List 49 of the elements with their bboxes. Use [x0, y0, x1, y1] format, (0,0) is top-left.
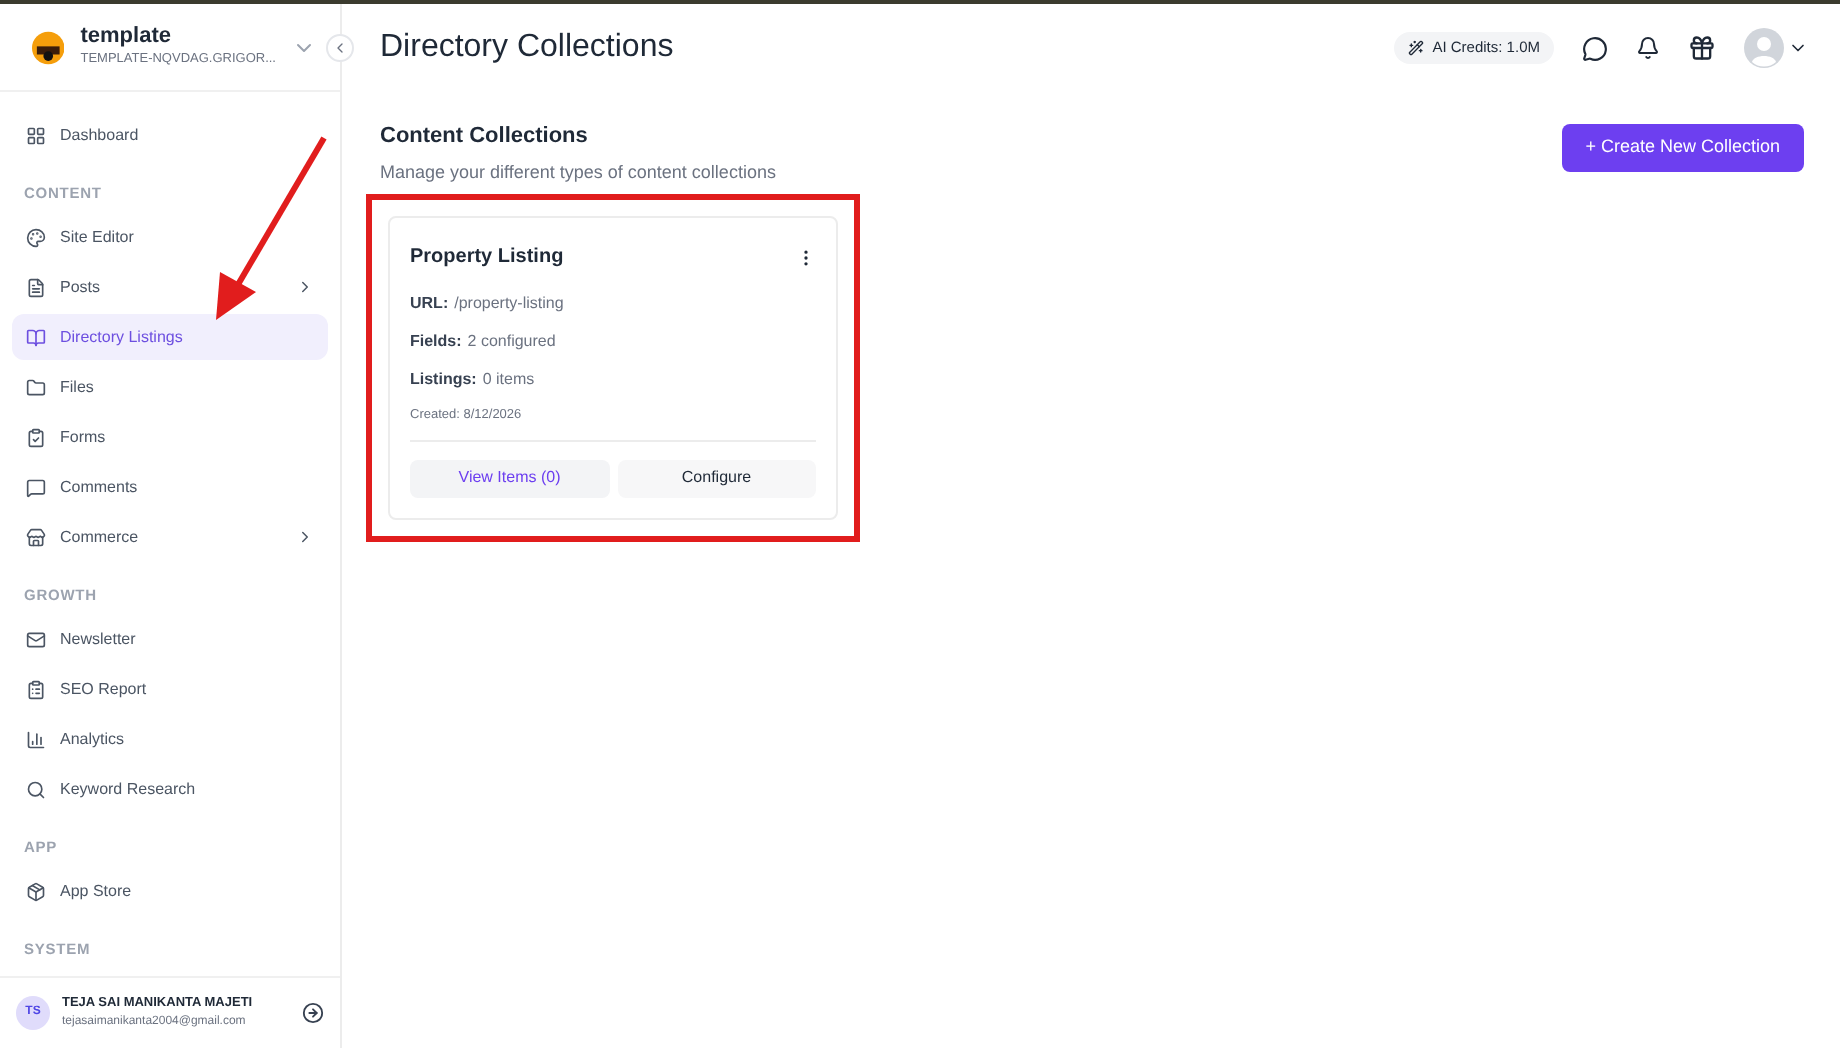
field-label: Fields: — [410, 330, 462, 354]
chat-icon[interactable] — [1582, 35, 1608, 61]
package-icon — [26, 881, 46, 901]
document-icon — [26, 277, 46, 297]
chat-icon — [26, 477, 46, 497]
nav-item[interactable]: Site Editor — [12, 214, 328, 260]
field-value: /property-listing — [454, 292, 564, 316]
logo-icon — [32, 27, 65, 67]
wand-icon — [1408, 40, 1425, 56]
create-collection-button[interactable]: + Create New Collection — [1561, 124, 1804, 172]
nav-item[interactable]: Analytics — [12, 716, 328, 762]
chevron-right-icon — [296, 528, 314, 546]
clipboard-icon — [26, 679, 46, 699]
card-title: Property Listing — [410, 244, 564, 272]
nav-item[interactable]: SEO Report — [12, 666, 328, 712]
nav-item[interactable]: Newsletter — [12, 616, 328, 662]
search-icon — [26, 779, 46, 799]
nav-item[interactable]: Commerce — [12, 514, 328, 560]
field-label: Listings: — [410, 368, 477, 392]
configure-button[interactable]: Configure — [617, 459, 816, 498]
logout-icon[interactable] — [302, 1002, 324, 1024]
field-label: URL: — [410, 292, 449, 316]
nav-item[interactable]: Dashboard — [12, 112, 328, 158]
nav-item[interactable]: Directory Listings — [12, 314, 328, 360]
field-value: 0 items — [482, 368, 535, 392]
bar-chart-icon — [26, 729, 46, 749]
folder-icon — [26, 377, 46, 397]
nav-item[interactable]: App Store — [12, 868, 328, 914]
mail-icon — [26, 629, 46, 649]
palette-icon — [26, 227, 46, 247]
chevron-right-icon — [296, 278, 314, 296]
field-value: 2 configured — [467, 330, 556, 354]
gift-icon[interactable] — [1688, 34, 1716, 62]
section-title: Content Collections — [380, 122, 590, 152]
page-title: Directory Collections — [380, 28, 674, 68]
book-icon — [26, 327, 46, 347]
grid-icon — [26, 125, 46, 145]
nav-item[interactable]: Forms — [12, 414, 328, 460]
nav-item[interactable]: Comments — [12, 464, 328, 510]
nav-item[interactable]: Keyword Research — [12, 766, 328, 812]
clipboard-icon — [26, 427, 46, 447]
store-icon — [26, 527, 46, 547]
view-items-button[interactable]: View Items (0) — [410, 459, 609, 498]
section-subtitle: Manage your different types of content collections — [380, 159, 776, 186]
nav-item[interactable]: Posts — [12, 264, 328, 310]
nav-item[interactable]: Files — [12, 364, 328, 410]
bell-icon[interactable] — [1636, 36, 1660, 60]
chevron-left-icon — [332, 40, 348, 56]
workspace-name: template — [80, 23, 173, 51]
